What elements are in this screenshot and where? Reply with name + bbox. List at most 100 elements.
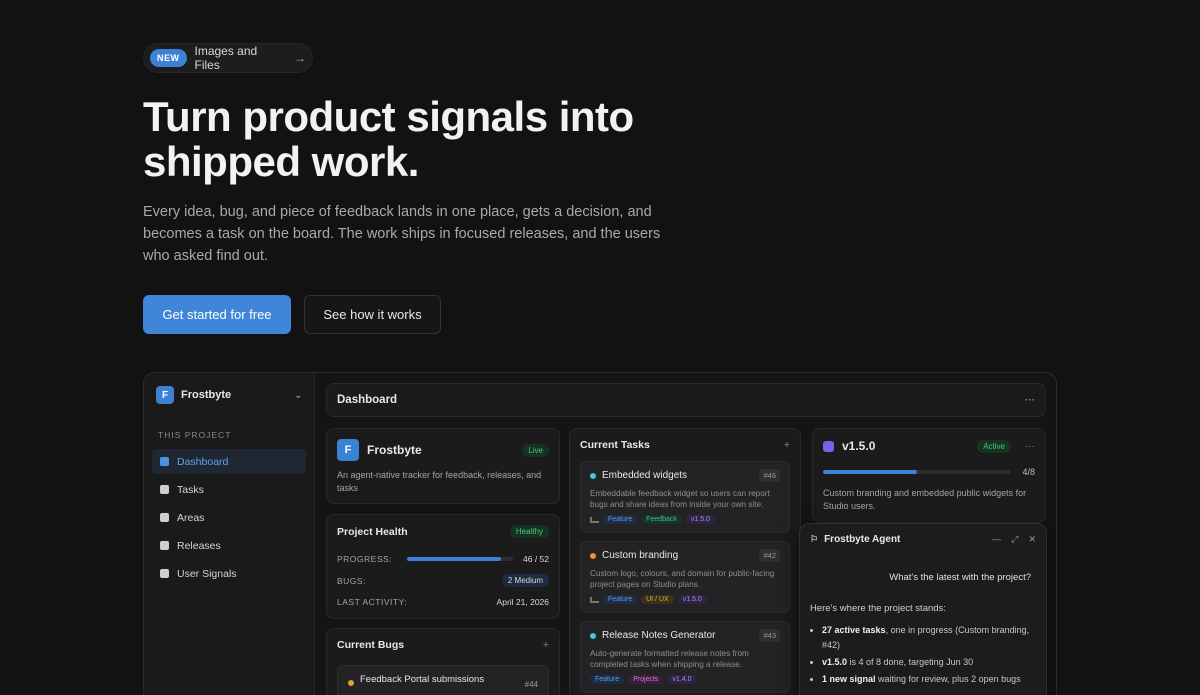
app-preview: F Frostbyte ⌄ THIS PROJECT Dashboard Tas… bbox=[143, 372, 1057, 695]
expand-icon[interactable]: ⤢ bbox=[1011, 534, 1018, 545]
tasks-title: Current Tasks bbox=[580, 439, 650, 451]
sidebar-item-label: Tasks bbox=[177, 483, 204, 496]
see-how-button[interactable]: See how it works bbox=[304, 295, 441, 334]
project-card-name: Frostbyte bbox=[367, 443, 422, 457]
sidebar-item-areas[interactable]: Areas bbox=[152, 505, 306, 530]
tag: Feature bbox=[603, 515, 638, 524]
more-icon[interactable]: ··· bbox=[1025, 395, 1035, 406]
task-title: Custom branding bbox=[602, 550, 679, 561]
tag: v1.5.0 bbox=[677, 595, 707, 604]
more-icon[interactable]: ··· bbox=[1025, 441, 1035, 452]
release-card[interactable]: v1.5.0 Active ··· 4/8 Custom branding an… bbox=[812, 428, 1046, 523]
project-logo: F bbox=[156, 386, 174, 404]
current-tasks-card: Current Tasks + Embedded widgets #46 Emb… bbox=[569, 428, 801, 695]
agent-panel: ⚐ Frostbyte Agent — ⤢ ✕ What's the lates… bbox=[799, 523, 1047, 695]
agent-message: Here's where the project stands: bbox=[810, 603, 946, 614]
project-health-card: Project Health Healthy PROGRESS: 46 / 52… bbox=[326, 514, 560, 619]
get-started-button[interactable]: Get started for free bbox=[143, 295, 291, 334]
release-icon bbox=[823, 440, 834, 452]
health-title: Project Health bbox=[337, 525, 408, 538]
hero-lead: Every idea, bug, and piece of feedback l… bbox=[143, 204, 661, 264]
tag: v1.4.0 bbox=[667, 675, 697, 684]
layers-icon bbox=[160, 541, 169, 550]
current-bugs-card: Current Bugs + Feedback Portal submissio… bbox=[326, 628, 560, 695]
sidebar-item-label: Releases bbox=[177, 539, 221, 552]
release-progress-bar bbox=[823, 470, 1011, 474]
priority-icon bbox=[590, 596, 599, 603]
list-item: 27 active tasks, one in progress (Custom… bbox=[822, 623, 1036, 653]
progress-value: 46 / 52 bbox=[523, 554, 549, 564]
add-bug-icon[interactable]: + bbox=[543, 639, 549, 651]
sidebar-item-tasks[interactable]: Tasks bbox=[152, 477, 306, 502]
status-dot bbox=[590, 472, 596, 479]
hero-title: Turn product signals into shipped work. bbox=[143, 93, 634, 185]
sidebar: F Frostbyte ⌄ THIS PROJECT Dashboard Tas… bbox=[144, 373, 315, 695]
tasks-icon bbox=[160, 485, 169, 494]
status-dot bbox=[590, 632, 596, 639]
sidebar-nav: Dashboard Tasks Areas Releases User Sign… bbox=[152, 449, 306, 589]
agent-icon: ⚐ bbox=[810, 534, 819, 544]
priority-dot bbox=[348, 680, 354, 686]
add-task-icon[interactable]: + bbox=[784, 439, 790, 451]
minimize-icon[interactable]: — bbox=[992, 534, 1001, 545]
agent-title: Frostbyte Agent bbox=[824, 534, 901, 545]
sidebar-section-label: THIS PROJECT bbox=[158, 430, 232, 440]
activity-label: LAST ACTIVITY: bbox=[337, 597, 408, 607]
task-card[interactable]: Custom branding #42 Custom logo, colours… bbox=[580, 541, 790, 613]
sidebar-item-user-signals[interactable]: User Signals bbox=[152, 561, 306, 586]
health-badge: Healthy bbox=[509, 525, 549, 538]
page-title: Dashboard bbox=[337, 394, 398, 406]
list-item: 1 new signal waiting for review, plus 2 … bbox=[822, 672, 1036, 687]
project-description: An agent-native tracker for feedback, re… bbox=[337, 470, 542, 493]
status-dot bbox=[590, 552, 596, 559]
project-logo: F bbox=[337, 439, 359, 461]
task-number: #43 bbox=[759, 629, 780, 642]
task-description: Auto-generate formatted release notes fr… bbox=[590, 649, 749, 669]
agent-bullets: 27 active tasks, one in progress (Custom… bbox=[810, 623, 1036, 687]
list-item[interactable]: Feedback Portal submissions #44 bbox=[337, 665, 549, 695]
list-item: v1.5.0 is 4 of 8 done, targeting Jun 30 bbox=[822, 655, 1036, 670]
arrow-right-icon: → bbox=[294, 51, 306, 65]
bug-title: Feedback Portal submissions bbox=[360, 674, 485, 685]
project-switcher[interactable]: F Frostbyte ⌄ bbox=[156, 385, 302, 405]
task-number: #42 bbox=[759, 549, 780, 562]
task-title: Embedded widgets bbox=[602, 470, 688, 481]
tag: Feature bbox=[590, 675, 625, 684]
chevron-down-icon: ⌄ bbox=[294, 389, 302, 400]
task-description: Custom logo, colours, and domain for pub… bbox=[590, 569, 775, 589]
release-description: Custom branding and embedded public widg… bbox=[823, 488, 1027, 511]
tag: Feature bbox=[603, 595, 638, 604]
activity-value: April 21, 2026 bbox=[496, 597, 549, 607]
project-card[interactable]: F Frostbyte Live An agent-native tracker… bbox=[326, 428, 560, 504]
task-title: Release Notes Generator bbox=[602, 630, 716, 641]
task-description: Embeddable feedback widget so users can … bbox=[590, 489, 770, 509]
sidebar-item-dashboard[interactable]: Dashboard bbox=[152, 449, 306, 474]
progress-label: PROGRESS: bbox=[337, 554, 393, 564]
new-badge: NEW bbox=[150, 49, 187, 67]
task-card[interactable]: Release Notes Generator #43 Auto-generat… bbox=[580, 621, 790, 693]
bugs-badge: 2 Medium bbox=[501, 574, 549, 587]
bugs-label: BUGS: bbox=[337, 575, 366, 586]
progress-bar bbox=[407, 557, 514, 561]
tag: Projects bbox=[628, 675, 664, 684]
tag: Feedback bbox=[641, 515, 682, 524]
bug-number: #44 bbox=[524, 680, 538, 689]
status-badge: Live bbox=[522, 443, 549, 457]
release-status-badge: Active bbox=[977, 439, 1011, 453]
cube-icon bbox=[160, 513, 169, 522]
sidebar-item-label: Areas bbox=[177, 511, 205, 524]
sidebar-item-releases[interactable]: Releases bbox=[152, 533, 306, 558]
priority-icon bbox=[590, 516, 599, 523]
release-progress-value: 4/8 bbox=[1022, 467, 1035, 477]
task-number: #46 bbox=[759, 469, 780, 482]
sidebar-item-label: User Signals bbox=[177, 567, 237, 580]
bugs-title: Current Bugs bbox=[337, 639, 405, 651]
announcement-pill[interactable]: NEW Images and Files → bbox=[143, 43, 313, 73]
dashboard-topbar: Dashboard ··· bbox=[326, 383, 1046, 417]
sidebar-item-label: Dashboard bbox=[177, 455, 229, 468]
task-card[interactable]: Embedded widgets #46 Embeddable feedback… bbox=[580, 461, 790, 533]
close-icon[interactable]: ✕ bbox=[1028, 534, 1036, 545]
message-icon bbox=[160, 569, 169, 578]
announcement-text: Images and Files bbox=[194, 44, 258, 72]
dashboard-icon bbox=[160, 457, 169, 466]
